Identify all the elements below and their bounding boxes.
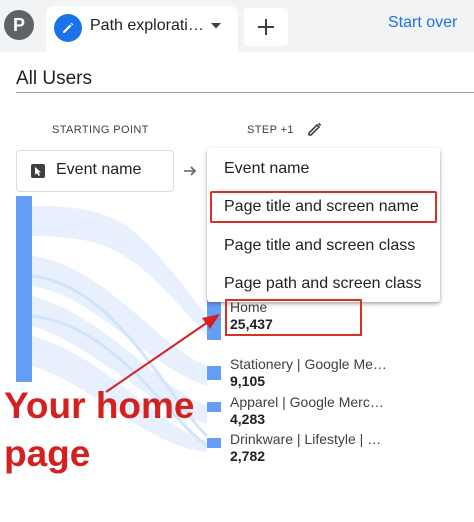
annotation-line-1: Your home bbox=[4, 385, 195, 426]
annotation-text: Your home page bbox=[4, 382, 244, 478]
annotation-line-2: page bbox=[4, 433, 91, 474]
